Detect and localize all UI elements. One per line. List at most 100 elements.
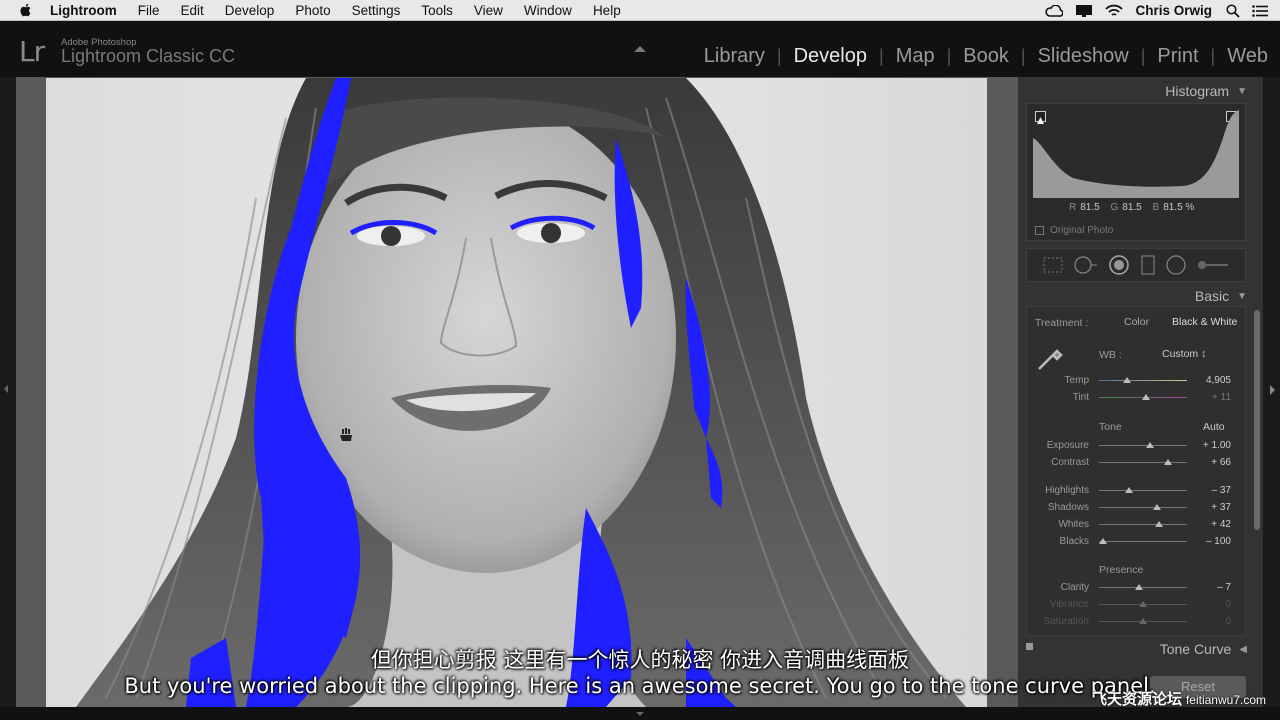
menu-develop[interactable]: Develop bbox=[225, 3, 275, 18]
contrast-slider[interactable]: Contrast + 66 bbox=[1027, 455, 1247, 471]
creative-cloud-icon[interactable] bbox=[1045, 4, 1064, 17]
checkbox[interactable] bbox=[1035, 226, 1044, 235]
left-panel-edge[interactable] bbox=[0, 77, 16, 707]
saturation-value[interactable]: 0 bbox=[1225, 616, 1231, 627]
treatment-label: Treatment : bbox=[1035, 317, 1089, 329]
module-web[interactable]: Web bbox=[1227, 45, 1268, 68]
whites-slider[interactable]: Whites + 42 bbox=[1027, 517, 1247, 533]
white-balance-eyedropper-icon[interactable] bbox=[1035, 343, 1065, 373]
presence-label: Presence bbox=[1099, 564, 1144, 576]
exposure-slider[interactable]: Exposure + 1.00 bbox=[1027, 438, 1247, 454]
histogram-header[interactable]: Histogram ▼ bbox=[1165, 83, 1247, 99]
module-print[interactable]: Print bbox=[1157, 45, 1198, 68]
adjustment-brush-icon[interactable] bbox=[1196, 258, 1230, 272]
spot-removal-icon[interactable] bbox=[1073, 255, 1099, 275]
shadows-knob[interactable] bbox=[1153, 504, 1161, 510]
macos-menu-bar: Lightroom File Edit Develop Photo Settin… bbox=[0, 0, 1280, 21]
clarity-slider[interactable]: Clarity – 7 bbox=[1027, 580, 1247, 596]
temp-slider[interactable]: Temp 4,905 bbox=[1027, 373, 1247, 389]
bottom-panel-toggle-icon[interactable] bbox=[636, 712, 644, 716]
exposure-label: Exposure bbox=[1046, 440, 1089, 451]
user-name[interactable]: Chris Orwig bbox=[1135, 3, 1212, 18]
collapse-triangle-icon[interactable]: ▼ bbox=[1237, 291, 1247, 302]
menu-view[interactable]: View bbox=[474, 3, 503, 18]
saturation-label: Saturation bbox=[1043, 616, 1089, 627]
module-library[interactable]: Library bbox=[704, 45, 765, 68]
temp-knob[interactable] bbox=[1123, 377, 1131, 383]
treatment-bw-option[interactable]: Black & White bbox=[1172, 316, 1237, 328]
radial-filter-icon[interactable] bbox=[1165, 255, 1187, 275]
whites-value[interactable]: + 42 bbox=[1211, 519, 1231, 530]
watermark: 飞天资源论坛 feitianwu7.com bbox=[1092, 688, 1266, 709]
menu-help[interactable]: Help bbox=[593, 3, 621, 18]
treatment-color-option[interactable]: Color bbox=[1124, 316, 1149, 328]
shadows-value[interactable]: + 37 bbox=[1211, 502, 1231, 513]
bottom-filmstrip-bar bbox=[0, 707, 1280, 720]
right-panel-edge[interactable] bbox=[1263, 77, 1280, 707]
tone-label: Tone bbox=[1099, 421, 1122, 433]
shadows-slider[interactable]: Shadows + 37 bbox=[1027, 500, 1247, 516]
menu-window[interactable]: Window bbox=[524, 3, 572, 18]
right-panel-toggle-icon[interactable] bbox=[1270, 385, 1275, 395]
vibrance-slider[interactable]: Vibrance 0 bbox=[1027, 597, 1247, 613]
clarity-label: Clarity bbox=[1060, 582, 1089, 593]
contrast-knob[interactable] bbox=[1164, 459, 1172, 465]
vibrance-value[interactable]: 0 bbox=[1225, 599, 1231, 610]
auto-tone-button[interactable]: Auto bbox=[1203, 421, 1225, 433]
clarity-knob[interactable] bbox=[1135, 584, 1143, 590]
menu-app-name[interactable]: Lightroom bbox=[50, 3, 117, 18]
graduated-filter-icon[interactable] bbox=[1140, 255, 1156, 275]
saturation-slider[interactable]: Saturation 0 bbox=[1027, 614, 1247, 630]
saturation-knob[interactable] bbox=[1139, 618, 1147, 624]
image-canvas[interactable] bbox=[16, 77, 1018, 707]
tint-value[interactable]: + 11 bbox=[1212, 392, 1231, 403]
collapse-triangle-icon[interactable]: ▼ bbox=[1237, 86, 1247, 97]
module-book[interactable]: Book bbox=[963, 45, 1009, 68]
r-value: 81.5 bbox=[1080, 202, 1100, 213]
left-panel-toggle-icon[interactable] bbox=[4, 385, 8, 393]
red-eye-correction-icon[interactable] bbox=[1108, 255, 1130, 275]
original-photo-toggle[interactable]: Original Photo bbox=[1035, 225, 1113, 236]
tint-knob[interactable] bbox=[1142, 394, 1150, 400]
highlights-value[interactable]: – 37 bbox=[1212, 485, 1231, 496]
tool-strip bbox=[1026, 248, 1246, 282]
whites-knob[interactable] bbox=[1155, 521, 1163, 527]
menu-tools[interactable]: Tools bbox=[421, 3, 453, 18]
display-icon[interactable] bbox=[1075, 4, 1093, 18]
vibrance-label: Vibrance bbox=[1049, 599, 1089, 610]
clarity-value[interactable]: – 7 bbox=[1217, 582, 1231, 593]
watermark-url: feitianwu7.com bbox=[1185, 693, 1266, 707]
module-slideshow[interactable]: Slideshow bbox=[1038, 45, 1129, 68]
subtitle-chinese: 但你担心剪报 这里有一个惊人的秘密 你进入音调曲线面板 bbox=[370, 648, 910, 672]
highlights-label: Highlights bbox=[1045, 485, 1089, 496]
contrast-value[interactable]: + 66 bbox=[1211, 457, 1231, 468]
portrait-photo[interactable] bbox=[46, 78, 987, 707]
blacks-knob[interactable] bbox=[1099, 538, 1107, 544]
apple-icon[interactable] bbox=[18, 2, 34, 18]
spotlight-search-icon[interactable] bbox=[1226, 3, 1240, 18]
basic-header[interactable]: Basic ▼ bbox=[1195, 288, 1247, 304]
highlights-slider[interactable]: Highlights – 37 bbox=[1027, 483, 1247, 499]
tint-slider[interactable]: Tint + 11 bbox=[1027, 390, 1247, 406]
histogram-graph[interactable] bbox=[1033, 108, 1239, 198]
menu-settings[interactable]: Settings bbox=[352, 3, 401, 18]
blacks-slider[interactable]: Blacks – 100 bbox=[1027, 534, 1247, 550]
module-develop[interactable]: Develop bbox=[794, 45, 867, 68]
blacks-label: Blacks bbox=[1059, 536, 1089, 547]
crop-overlay-icon[interactable] bbox=[1042, 256, 1064, 274]
exposure-knob[interactable] bbox=[1146, 442, 1154, 448]
menu-file[interactable]: File bbox=[138, 3, 160, 18]
wifi-icon[interactable] bbox=[1105, 4, 1124, 17]
vibrance-knob[interactable] bbox=[1139, 601, 1147, 607]
menu-edit[interactable]: Edit bbox=[181, 3, 204, 18]
blacks-value[interactable]: – 100 bbox=[1206, 536, 1231, 547]
menu-photo[interactable]: Photo bbox=[295, 3, 330, 18]
temp-value[interactable]: 4,905 bbox=[1206, 375, 1231, 386]
highlights-knob[interactable] bbox=[1125, 487, 1133, 493]
wb-select[interactable]: Custom ↕ bbox=[1162, 348, 1206, 360]
exposure-value[interactable]: + 1.00 bbox=[1203, 440, 1231, 451]
notification-center-icon[interactable] bbox=[1252, 4, 1268, 17]
module-map[interactable]: Map bbox=[896, 45, 935, 68]
top-panel-toggle-icon[interactable] bbox=[634, 46, 646, 52]
right-panel-scrollbar[interactable] bbox=[1254, 310, 1260, 530]
